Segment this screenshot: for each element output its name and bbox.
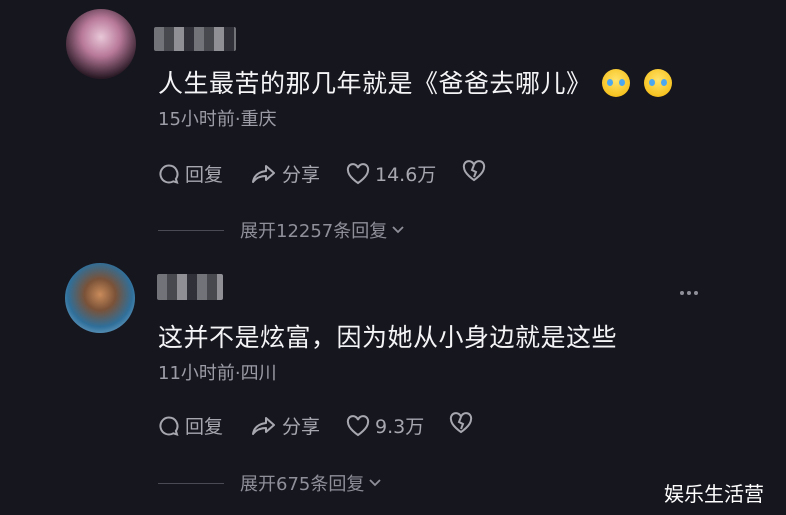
avatar[interactable]	[65, 263, 135, 333]
share-button[interactable]: 分享	[251, 412, 320, 439]
crying-laughing-emoji-icon	[643, 69, 672, 97]
divider	[158, 229, 224, 231]
like-button[interactable]: 14.6万	[346, 160, 436, 187]
share-button[interactable]: 分享	[251, 160, 320, 187]
username-blurred[interactable]	[154, 27, 236, 51]
like-count: 14.6万	[375, 164, 437, 186]
share-arrow-icon	[252, 416, 275, 435]
watermark: 娱乐生活营	[664, 482, 764, 506]
expand-replies[interactable]: 展开12257条回复	[158, 217, 406, 243]
expand-label: 展开675条回复	[240, 474, 365, 495]
like-count: 9.3万	[375, 416, 425, 438]
expand-replies[interactable]: 展开675条回复	[158, 470, 383, 496]
avatar[interactable]	[66, 9, 136, 79]
more-options-icon[interactable]	[680, 291, 698, 295]
comment-bubble-icon	[159, 415, 179, 436]
heart-icon	[346, 162, 370, 184]
username-blurred[interactable]	[157, 274, 223, 300]
share-arrow-icon	[252, 164, 275, 183]
broken-heart-icon	[449, 412, 473, 434]
comment-text: 人生最苦的那几年就是《爸爸去哪儿》	[158, 64, 672, 100]
like-button[interactable]: 9.3万	[346, 412, 424, 439]
chevron-down-icon	[392, 226, 404, 234]
share-label: 分享	[282, 164, 321, 186]
comment-bubble-icon	[159, 163, 179, 184]
broken-heart-icon	[462, 160, 486, 182]
expand-label: 展开12257条回复	[240, 221, 388, 242]
dislike-button[interactable]	[462, 160, 491, 182]
divider	[158, 482, 224, 484]
reply-label: 回复	[185, 416, 224, 438]
crying-laughing-emoji-icon	[601, 69, 630, 97]
chevron-down-icon	[369, 479, 381, 487]
comment-body: 人生最苦的那几年就是《爸爸去哪儿》	[158, 69, 592, 98]
comment-meta: 11小时前·四川	[158, 363, 277, 384]
comment-meta: 15小时前·重庆	[158, 109, 277, 130]
reply-button[interactable]: 回复	[158, 160, 223, 187]
reply-button[interactable]: 回复	[158, 412, 223, 439]
share-label: 分享	[282, 416, 321, 438]
dislike-button[interactable]	[449, 412, 478, 434]
reply-label: 回复	[185, 164, 224, 186]
comment-text: 这并不是炫富，因为她从小身边就是这些	[158, 323, 618, 352]
heart-icon	[346, 414, 370, 436]
